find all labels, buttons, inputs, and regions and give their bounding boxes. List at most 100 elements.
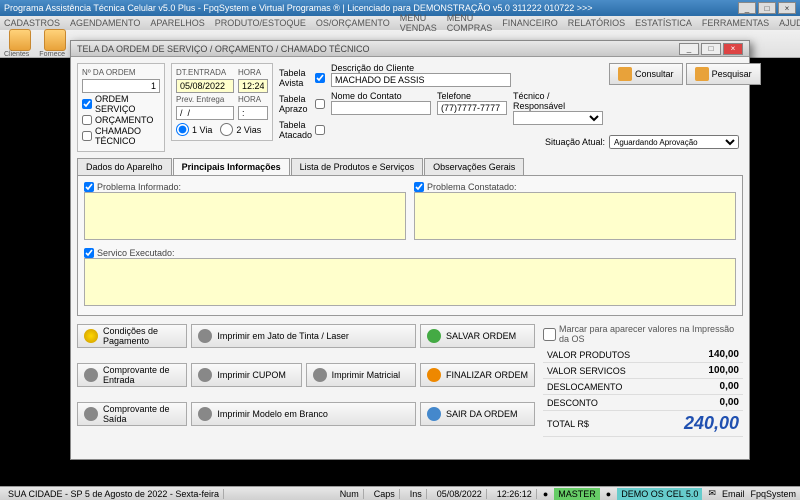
contato-input[interactable] [331,101,431,115]
modal-ordem-servico: TELA DA ORDEM DE SERVIÇO / ORÇAMENTO / C… [70,40,750,460]
num-ordem-input[interactable] [82,79,160,93]
email-icon[interactable]: ✉ [708,488,716,499]
printer-icon [198,329,212,343]
imprimir-jato-button[interactable]: Imprimir em Jato de Tinta / Laser [191,324,416,348]
problema-constatado-textarea[interactable] [414,192,736,240]
tecnico-select[interactable] [513,111,603,125]
dt-entrada-input[interactable] [176,79,234,93]
valor-prod-label: VALOR PRODUTOS [543,347,661,363]
status-email[interactable]: Email [722,489,745,499]
chk-avista[interactable] [315,73,325,83]
pesquisar-icon [695,67,709,81]
valor-prod-value: 140,00 [661,347,743,363]
tab-content: Problema Informado: Problema Constatado:… [77,176,743,316]
statusbar: SUA CIDADE - SP 5 de Agosto de 2022 - Se… [0,486,800,500]
clientes-label: Clientes [4,51,29,58]
status-date: 05/08/2022 [433,489,487,499]
status-local: SUA CIDADE - SP 5 de Agosto de 2022 - Se… [4,489,224,499]
modal-minimize[interactable]: _ [679,43,699,55]
menu-estatistica[interactable]: ESTATÍSTICA [635,18,692,28]
chk-mark-impressao[interactable] [543,328,556,341]
tab-produtos-servicos[interactable]: Lista de Produtos e Serviços [291,158,424,175]
desloc-label: DESLOCAMENTO [543,379,661,395]
telefone-input[interactable] [437,101,507,115]
consultar-icon [618,67,632,81]
chk-ordem-servico[interactable] [82,99,92,109]
status-master: MASTER [554,488,600,500]
close-button[interactable]: × [778,2,796,14]
chk-prob-inf[interactable] [84,182,94,192]
status-fpq[interactable]: FpqSystem [750,489,796,499]
window-controls: _ □ × [738,2,796,14]
chk-chamado[interactable] [82,131,92,141]
comp-saida-button[interactable]: Comprovante de Saída [77,402,187,426]
desconto-label: DESCONTO [543,395,661,411]
chk-orcamento[interactable] [82,115,92,125]
num-ordem-label: Nº DA ORDEM [82,68,160,77]
situacao-select[interactable]: Aguardando Aprovação [609,135,739,149]
cond-pagamento-button[interactable]: Condições de Pagamento [77,324,187,348]
desconto-value: 0,00 [661,395,743,411]
chk-prob-const[interactable] [414,182,424,192]
salvar-ordem-button[interactable]: SALVAR ORDEM [420,324,535,348]
clientes-icon[interactable] [9,29,31,51]
total-label: TOTAL R$ [543,411,661,437]
printer-icon [313,368,327,382]
modal-maximize[interactable]: □ [701,43,721,55]
pesquisar-button[interactable]: Pesquisar [686,63,761,85]
consultar-button[interactable]: Consultar [609,63,683,85]
comp-entrada-button[interactable]: Comprovante de Entrada [77,363,187,387]
hora-input[interactable] [238,79,268,93]
total-value: 240,00 [661,411,743,437]
menu-cadastros[interactable]: CADASTROS [4,18,60,28]
minimize-button[interactable]: _ [738,2,756,14]
menu-ajuda[interactable]: AJUDA [779,18,800,28]
coin-icon [84,329,98,343]
menu-produto[interactable]: PRODUTO/ESTOQUE [215,18,306,28]
sair-ordem-button[interactable]: SAIR DA ORDEM [420,402,535,426]
totals-panel: Marcar para aparecer valores na Impressã… [543,324,743,437]
tab-principais-info[interactable]: Principais Informações [173,158,290,175]
menu-vendas[interactable]: MENU VENDAS [400,13,437,33]
chk-serv-exec[interactable] [84,248,94,258]
problema-informado-textarea[interactable] [84,192,406,240]
printer-icon [198,368,212,382]
menubar: CADASTROS AGENDAMENTO APARELHOS PRODUTO/… [0,16,800,30]
radio-2vias[interactable] [220,123,233,136]
servico-executado-textarea[interactable] [84,258,736,306]
maximize-button[interactable]: □ [758,2,776,14]
printer-icon [84,407,98,421]
menu-compras[interactable]: MENU COMPRAS [447,13,493,33]
prev-hora-input[interactable] [238,106,268,120]
imprimir-matricial-button[interactable]: Imprimir Matricial [306,363,416,387]
menu-ferramentas[interactable]: FERRAMENTAS [702,18,769,28]
menu-financeiro[interactable]: FINANCEIRO [502,18,558,28]
valor-serv-label: VALOR SERVICOS [543,363,661,379]
status-num: Num [336,489,364,499]
printer-icon [198,407,212,421]
imprimir-cupom-button[interactable]: Imprimir CUPOM [191,363,301,387]
chk-aprazo[interactable] [315,99,325,109]
status-ins: Ins [406,489,427,499]
tabs: Dados do Aparelho Principais Informações… [77,158,743,176]
finalizar-ordem-button[interactable]: FINALIZAR ORDEM [420,363,535,387]
menu-os[interactable]: OS/ORÇAMENTO [316,18,390,28]
fornece-icon[interactable] [44,29,66,51]
status-indicator-icon: ● [606,489,611,499]
radio-1via[interactable] [176,123,189,136]
check-icon [427,329,441,343]
status-caps: Caps [370,489,400,499]
modal-close[interactable]: × [723,43,743,55]
menu-agendamento[interactable]: AGENDAMENTO [70,18,140,28]
cliente-desc-input[interactable] [331,73,511,87]
tab-observacoes[interactable]: Observações Gerais [424,158,524,175]
menu-relatorios[interactable]: RELATÓRIOS [568,18,625,28]
finalize-icon [427,368,441,382]
menu-aparelhos[interactable]: APARELHOS [150,18,204,28]
chk-atacado[interactable] [315,125,325,135]
status-indicator-icon: ● [543,489,548,499]
prev-entrega-input[interactable] [176,106,234,120]
app-title: Programa Assistência Técnica Celular v5.… [4,3,593,13]
tab-dados-aparelho[interactable]: Dados do Aparelho [77,158,172,175]
imprimir-branco-button[interactable]: Imprimir Modelo em Branco [191,402,416,426]
